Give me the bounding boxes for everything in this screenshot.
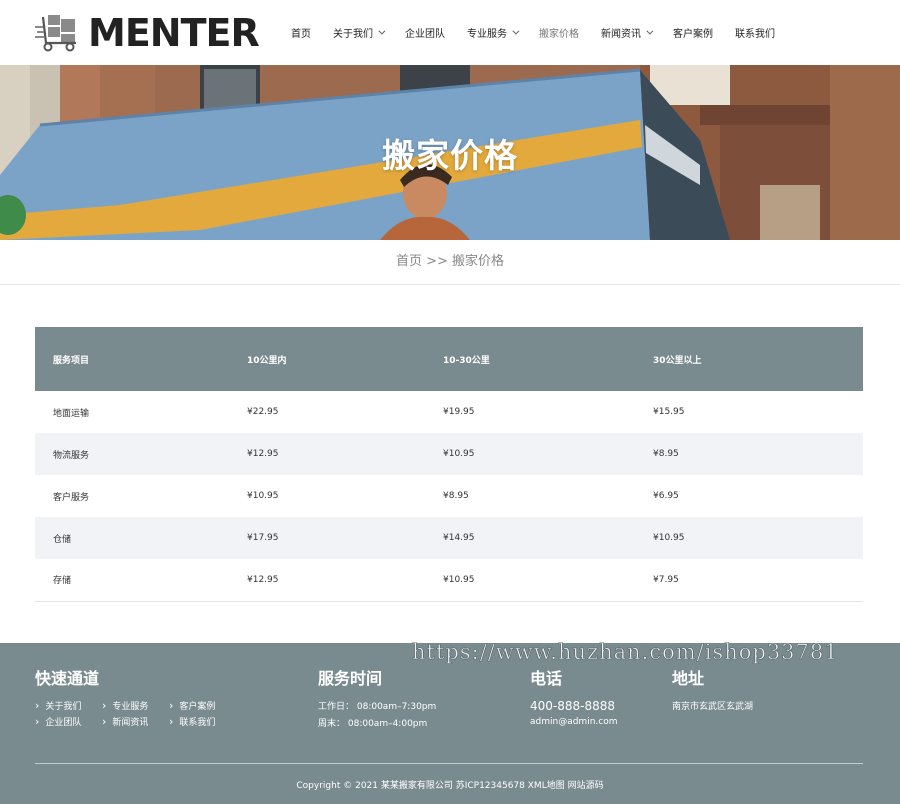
logo-text: MENTER — [88, 11, 260, 55]
breadcrumb-home-link[interactable]: 首页 — [396, 254, 422, 269]
chevron-down-icon — [378, 27, 386, 35]
footer-quick-link[interactable]: 专业服务 — [102, 699, 169, 712]
footer-quick-link[interactable]: 客户案例 — [169, 699, 229, 712]
service-name-cell: 客户服务 — [53, 492, 90, 503]
column-header-within-10km: 10公里内 — [230, 327, 428, 391]
price-table: 服务项目 10公里内 10-30公里 30公里以上 地面运输 ¥22.95 ¥19.… — [35, 327, 863, 602]
footer-quick-link[interactable]: 新闻资讯 — [102, 715, 169, 728]
price-over-30km-cell: ¥7.95 — [637, 559, 863, 602]
footer-quick-title: 快速通道 — [35, 669, 100, 688]
nav-item-label: 关于我们 — [333, 29, 373, 40]
price-within-10km-cell: ¥10.95 — [247, 491, 279, 501]
chevron-down-icon — [512, 27, 520, 35]
footer-quick-link[interactable]: 联系我们 — [169, 715, 229, 728]
nav-item-0[interactable]: 首页 — [291, 25, 311, 40]
service-name-cell: 仓储 — [35, 517, 230, 559]
price-within-10km-cell: ¥12.95 — [230, 433, 428, 475]
nav-item-7[interactable]: 联系我们 — [735, 25, 775, 40]
watermark-url: https://www.huzhan.com/ishop33781 — [412, 640, 839, 665]
price-10-30km-cell: ¥14.95 — [428, 517, 637, 559]
column-header-over-30km: 30公里以上 — [637, 327, 863, 391]
nav-item-label: 联系我们 — [735, 29, 775, 40]
footer-phone: 电话 400-888-8888 admin@admin.com — [530, 669, 617, 727]
nav-item-label: 企业团队 — [405, 29, 445, 40]
breadcrumb-current: 搬家价格 — [452, 254, 505, 269]
footer-quick-link[interactable]: 关于我们 — [35, 699, 102, 712]
xml-sitemap-link[interactable]: XML地图 — [528, 781, 565, 791]
footer-address-text: 南京市玄武区玄武湖 — [672, 702, 754, 712]
price-within-10km-cell: ¥22.95 — [247, 407, 279, 417]
service-name-cell: 地面运输 — [53, 408, 90, 419]
footer-email[interactable]: admin@admin.com — [530, 717, 617, 727]
service-name-cell: 存储 — [35, 559, 230, 602]
footer-quick-links: 快速通道 关于我们专业服务客户案例企业团队新闻资讯联系我们 — [35, 669, 229, 728]
nav-item-2[interactable]: 企业团队 — [405, 25, 445, 40]
footer-address: 地址 南京市玄武区玄武湖 — [672, 669, 753, 716]
service-name-cell: 物流服务 — [35, 433, 230, 475]
breadcrumb-separator: >> — [426, 254, 448, 269]
footer-hours-title: 服务时间 — [318, 669, 383, 688]
footer-address-title: 地址 — [672, 669, 705, 688]
page-banner: 搬家价格 — [0, 65, 900, 240]
footer-weekday-hours: 工作日： 08:00am–7:30pm — [318, 702, 437, 712]
table-row: 客户服务 ¥10.95 ¥8.95 ¥6.95 — [35, 475, 863, 517]
price-10-30km-cell: ¥10.95 — [428, 433, 637, 475]
site-footer: 快速通道 关于我们专业服务客户案例企业团队新闻资讯联系我们 服务时间 工作日： … — [0, 643, 900, 804]
table-row: 地面运输 ¥22.95 ¥19.95 ¥15.95 — [35, 391, 863, 433]
nav-item-label: 专业服务 — [467, 29, 507, 40]
price-over-30km-cell: ¥6.95 — [653, 491, 679, 501]
table-header-row: 服务项目 10公里内 10-30公里 30公里以上 — [35, 327, 863, 391]
source-code-link[interactable]: 网站源码 — [568, 781, 604, 791]
column-header-10-30km: 10-30公里 — [428, 327, 637, 391]
price-over-30km-cell: ¥10.95 — [637, 517, 863, 559]
nav-item-label: 客户案例 — [673, 29, 713, 40]
nav-item-1[interactable]: 关于我们 — [333, 25, 386, 40]
footer-phone-title: 电话 — [530, 669, 563, 688]
price-10-30km-cell: ¥10.95 — [428, 559, 637, 602]
nav-item-label: 新闻资讯 — [601, 29, 641, 40]
table-row: 存储 ¥12.95 ¥10.95 ¥7.95 — [35, 559, 863, 602]
nav-item-6[interactable]: 客户案例 — [673, 25, 713, 40]
site-logo[interactable]: MENTER — [34, 11, 260, 55]
chevron-down-icon — [646, 27, 654, 35]
table-row: 物流服务 ¥12.95 ¥10.95 ¥8.95 — [35, 433, 863, 475]
price-10-30km-cell: ¥8.95 — [443, 491, 469, 501]
footer-divider — [35, 763, 863, 764]
banner-title: 搬家价格 — [382, 136, 518, 175]
footer-weekend-hours: 周末： 08:00am–4:00pm — [318, 719, 428, 729]
price-within-10km-cell: ¥17.95 — [230, 517, 428, 559]
footer-copyright: Copyright © 2021 某某搬家有限公司 苏ICP12345678 X… — [0, 778, 900, 791]
nav-item-3[interactable]: 专业服务 — [467, 25, 520, 40]
column-header-service: 服务项目 — [35, 327, 230, 391]
nav-item-4[interactable]: 搬家价格 — [539, 25, 579, 40]
footer-phone-number[interactable]: 400-888-8888 — [530, 698, 617, 714]
price-over-30km-cell: ¥8.95 — [637, 433, 863, 475]
price-10-30km-cell: ¥19.95 — [443, 407, 475, 417]
breadcrumb: 首页 >> 搬家价格 — [0, 240, 900, 285]
copyright-text: Copyright © 2021 某某搬家有限公司 苏ICP12345678 — [296, 781, 525, 791]
footer-quick-link[interactable]: 企业团队 — [35, 715, 102, 728]
table-row: 仓储 ¥17.95 ¥14.95 ¥10.95 — [35, 517, 863, 559]
site-header: MENTER 首页 关于我们 企业团队 专业服务 搬家价格 新闻资讯 客户案例 联系我们 — [0, 0, 900, 65]
main-nav: 首页 关于我们 企业团队 专业服务 搬家价格 新闻资讯 客户案例 联系我们 — [280, 0, 786, 65]
price-within-10km-cell: ¥12.95 — [230, 559, 428, 602]
nav-item-label: 搬家价格 — [539, 29, 579, 40]
footer-service-hours: 服务时间 工作日： 08:00am–7:30pm 周末： 08:00am–4:0… — [318, 669, 436, 733]
nav-item-label: 首页 — [291, 29, 311, 40]
price-over-30km-cell: ¥15.95 — [653, 407, 685, 417]
nav-item-5[interactable]: 新闻资讯 — [601, 25, 654, 40]
hand-truck-icon — [35, 15, 76, 52]
